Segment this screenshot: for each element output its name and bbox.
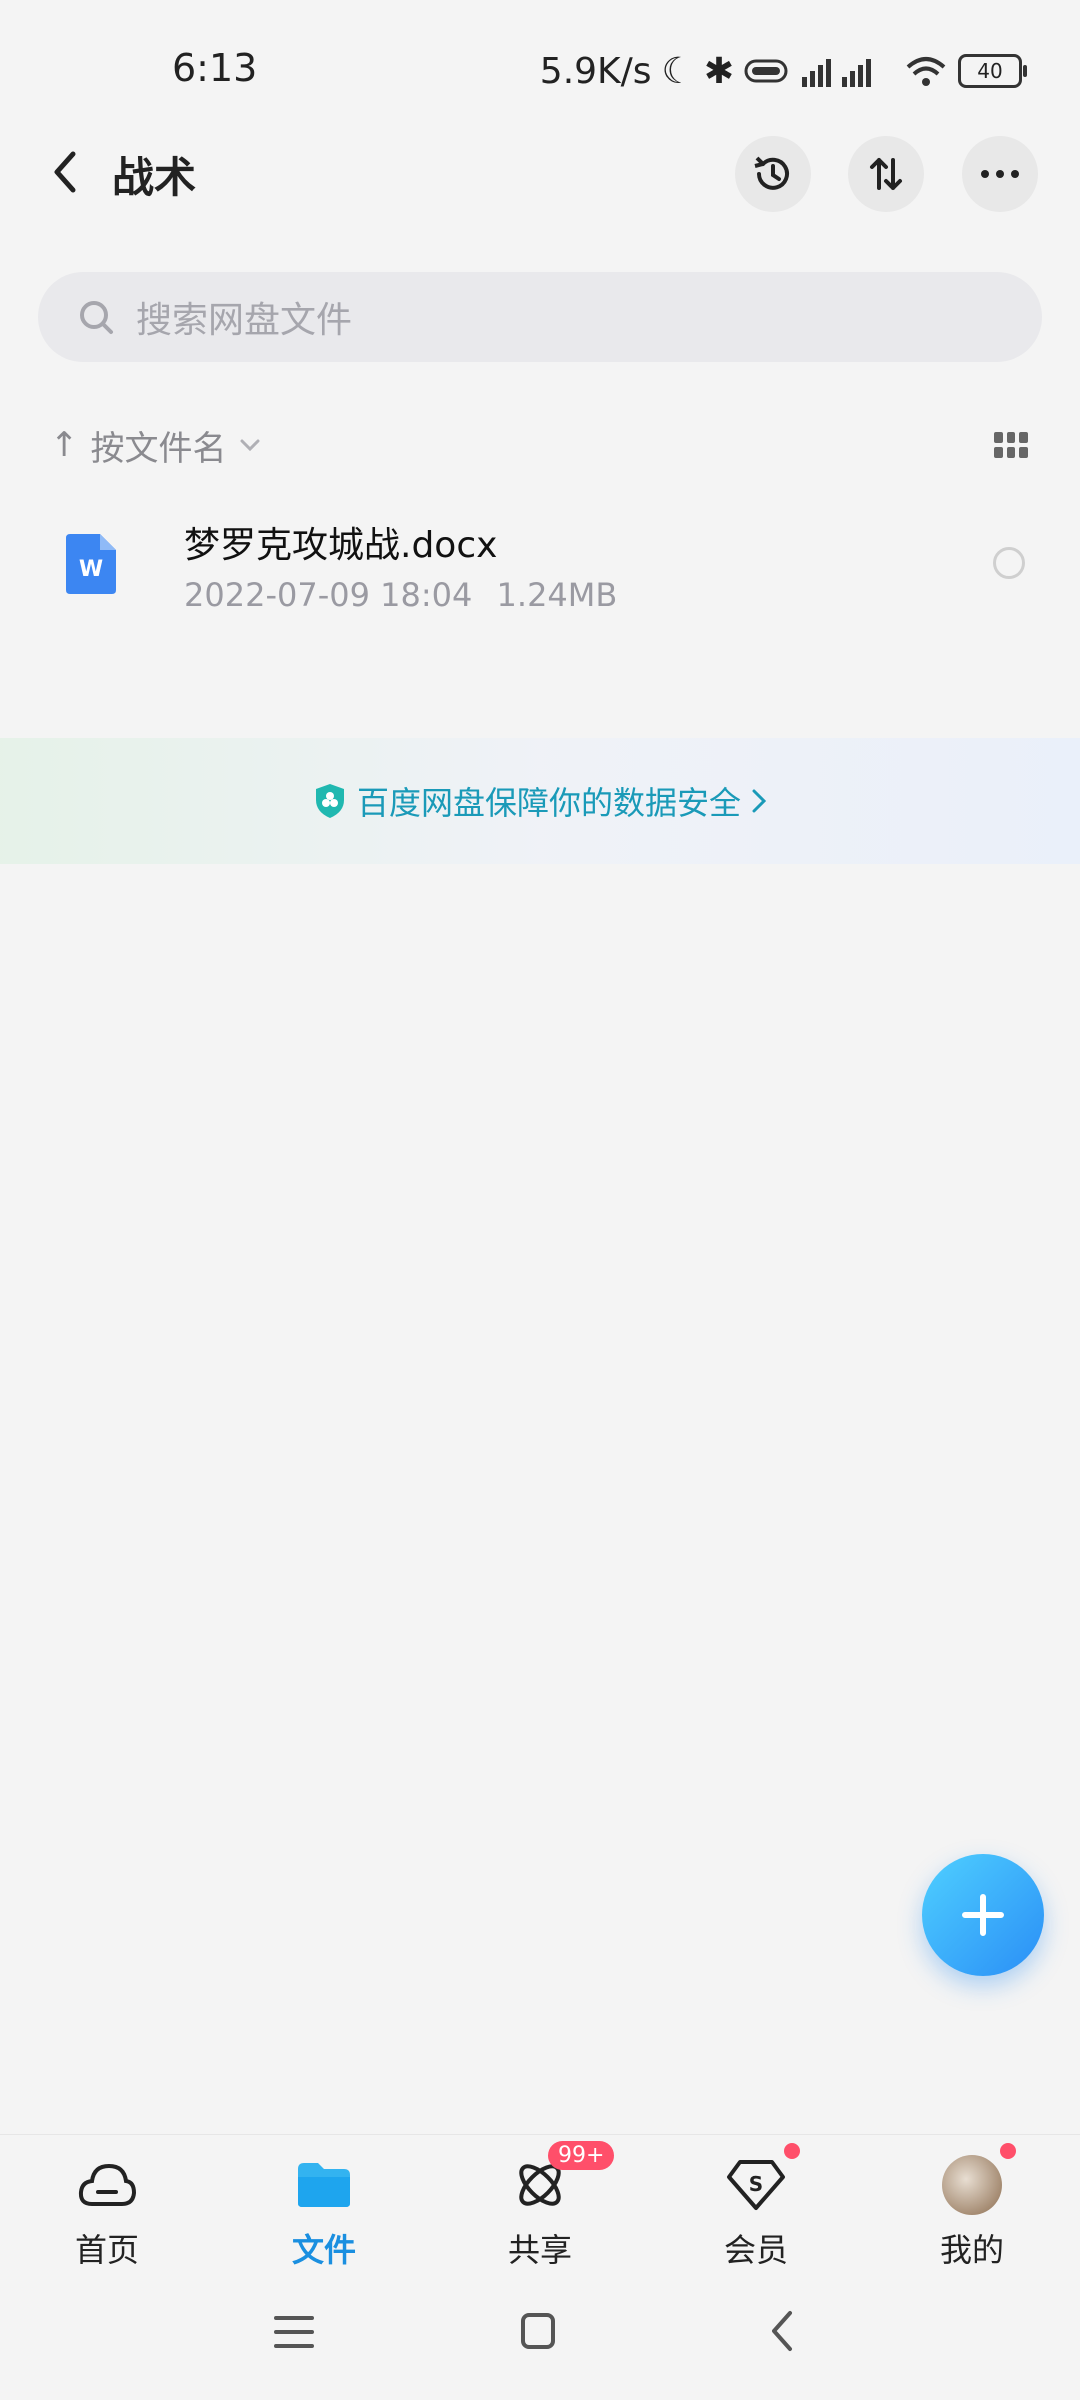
chevron-down-icon xyxy=(240,439,259,452)
add-button[interactable] xyxy=(922,1854,1044,1976)
vip-diamond-icon: S xyxy=(726,2143,800,2215)
shield-icon xyxy=(315,784,344,818)
tab-share[interactable]: 99+ 共享 xyxy=(465,2141,615,2271)
back-button[interactable] xyxy=(40,142,90,202)
back-triangle-icon[interactable] xyxy=(770,2310,794,2352)
status-time: 6:13 xyxy=(172,46,258,90)
signal-icon xyxy=(744,59,871,87)
network-speed: 5.9K/s xyxy=(539,50,652,92)
tab-label: 共享 xyxy=(507,2231,572,2269)
cloud-icon xyxy=(77,2155,137,2215)
word-file-icon: W xyxy=(66,534,116,594)
select-checkbox[interactable] xyxy=(993,547,1025,579)
page-title: 战术 xyxy=(112,153,197,202)
notification-dot xyxy=(784,2143,800,2159)
tab-label: 文件 xyxy=(291,2231,356,2269)
history-button[interactable] xyxy=(735,136,811,212)
bluetooth-icon: ✱ xyxy=(703,50,734,92)
tab-label: 首页 xyxy=(74,2231,139,2269)
bottom-nav: 首页 文件 99+ 共享 S 会员 我的 xyxy=(0,2134,1080,2285)
avatar-wrap xyxy=(942,2143,1016,2215)
search-input[interactable]: 搜索网盘文件 xyxy=(38,272,1042,362)
tab-vip[interactable]: S 会员 xyxy=(681,2143,831,2271)
folder-icon xyxy=(294,2155,354,2215)
system-nav-bar xyxy=(0,2290,1080,2380)
arrow-up-icon: ↑ xyxy=(50,425,79,465)
more-dots-icon xyxy=(981,170,1019,178)
tab-me[interactable]: 我的 xyxy=(897,2143,1047,2271)
sort-button[interactable] xyxy=(848,136,924,212)
battery-icon: 40 xyxy=(958,54,1027,88)
history-icon xyxy=(754,156,789,190)
svg-text:S: S xyxy=(749,2172,763,2196)
share-atom-icon: 99+ xyxy=(510,2141,615,2215)
sort-by-name[interactable]: ↑ 按文件名 xyxy=(50,420,261,470)
notification-badge: 99+ xyxy=(548,2141,615,2170)
tab-label: 会员 xyxy=(723,2231,788,2269)
security-banner[interactable]: 百度网盘保障你的数据安全 xyxy=(0,738,1080,864)
avatar xyxy=(942,2155,1002,2215)
tab-home[interactable]: 首页 xyxy=(32,2155,182,2271)
moon-icon: ☾ xyxy=(661,50,694,92)
sort-label: 按文件名 xyxy=(90,428,227,469)
file-meta: 2022-07-09 18:04 1.24MB xyxy=(184,576,617,614)
search-icon xyxy=(76,295,120,339)
banner-text: 百度网盘保障你的数据安全 xyxy=(356,784,741,822)
chevron-right-icon xyxy=(752,789,767,813)
tab-files[interactable]: 文件 xyxy=(249,2155,399,2271)
home-square-icon[interactable] xyxy=(520,2312,556,2350)
chevron-left-icon xyxy=(54,151,76,193)
search-placeholder: 搜索网盘文件 xyxy=(136,300,353,341)
file-size: 1.24MB xyxy=(496,576,618,614)
tab-label: 我的 xyxy=(939,2231,1004,2269)
more-button[interactable] xyxy=(962,136,1038,212)
notification-dot xyxy=(1000,2143,1016,2159)
grid-view-icon[interactable] xyxy=(994,432,1028,458)
status-icons: 5.9K/s ☾ ✱ 40 xyxy=(539,46,1027,96)
plus-icon xyxy=(962,1894,1004,1936)
file-date: 2022-07-09 18:04 xyxy=(184,576,473,614)
file-name: 梦罗克攻城战.docx xyxy=(184,525,498,566)
wifi-icon xyxy=(906,57,946,86)
menu-icon[interactable] xyxy=(274,2314,314,2350)
sort-arrows-icon xyxy=(870,158,902,190)
svg-text:W: W xyxy=(79,557,103,582)
